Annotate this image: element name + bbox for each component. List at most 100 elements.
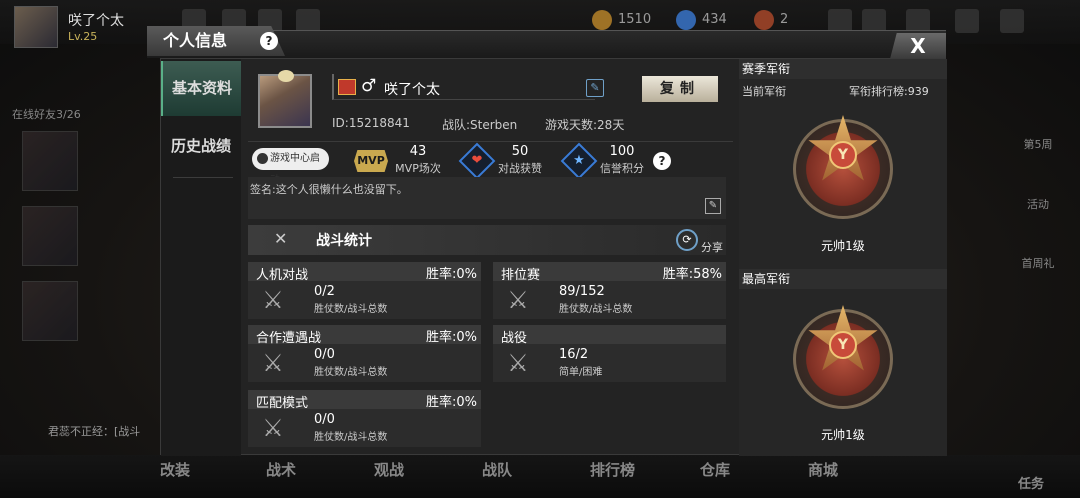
mvp-count: 43: [409, 144, 427, 159]
battle-stats-title: 战斗统计: [316, 233, 372, 249]
stat-card-match[interactable]: 匹配模式 胜率:0% ⚔ 0/0 胜仗数/战斗总数: [248, 390, 481, 447]
crossed-swords-icon: ⚔: [507, 286, 529, 314]
crossed-swords-icon: ⚔: [262, 414, 284, 442]
help-icon[interactable]: ?: [260, 32, 278, 50]
gear-icon[interactable]: [955, 9, 979, 33]
crossed-guns-icon: ✕: [274, 229, 288, 248]
rank-leaderboard-link[interactable]: 军衔排行榜:939: [849, 83, 929, 99]
dialog-body: 基本资料 历史战绩 ♂ 咲了个太 ✎ 复制 ID:15218841 战队:Ste…: [160, 58, 947, 456]
medal-core: Y: [829, 331, 857, 359]
season-rank-header: 赛季军衔: [739, 59, 947, 79]
left-sidebar: 在线好友3/26: [0, 76, 100, 436]
card-value: 0/0: [314, 412, 335, 427]
card-title: 战役: [501, 331, 528, 346]
card-winrate: 胜率:0%: [425, 395, 477, 410]
close-button[interactable]: X: [890, 33, 946, 59]
friend-card[interactable]: [22, 281, 78, 341]
player-team: 战队:Sterben: [442, 118, 518, 132]
nav-team[interactable]: 战队: [482, 459, 512, 480]
card-winrate: 胜率:0%: [425, 267, 477, 282]
nav-warehouse[interactable]: 仓库: [700, 459, 730, 480]
male-icon: ♂: [361, 76, 377, 96]
crossed-swords-icon: ⚔: [262, 349, 284, 377]
card-header: [493, 325, 726, 344]
friend-card[interactable]: [22, 131, 78, 191]
card-value: 0/2: [314, 284, 335, 299]
right-item-first-week[interactable]: 首周礼: [1020, 255, 1056, 271]
card-title: 排位赛: [501, 268, 541, 283]
card-title: 人机对战: [256, 268, 309, 283]
share-label[interactable]: 分享: [701, 239, 723, 255]
card-value: 16/2: [559, 347, 589, 362]
likes-count: 50: [511, 144, 529, 159]
edit-name-icon[interactable]: ✎: [586, 79, 604, 97]
book-icon[interactable]: [1000, 9, 1024, 33]
tab-column: 基本资料 历史战绩: [161, 59, 241, 456]
tab-divider: [173, 177, 233, 178]
highest-rank-header: 最高军衔: [739, 269, 947, 289]
profile-main: ♂ 咲了个太 ✎ 复制 ID:15218841 战队:Sterben 游戏天数:…: [248, 59, 733, 456]
mvp-caption: MVP场次: [395, 162, 441, 175]
nav-leaderboard[interactable]: 排行榜: [590, 459, 635, 480]
highest-rank-medal: Y: [783, 299, 903, 409]
nav-spectate[interactable]: 观战: [374, 459, 404, 480]
share-icon[interactable]: ⟳: [676, 229, 698, 251]
friend-card[interactable]: [22, 206, 78, 266]
tab-history[interactable]: 历史战绩: [161, 119, 241, 174]
stat-card-ranked[interactable]: 排位赛 胜率:58% ⚔ 89/152 胜仗数/战斗总数: [493, 262, 726, 319]
current-rank-medal: Y: [783, 109, 903, 219]
rank-panel: 赛季军衔 当前军衔 军衔排行榜:939 Y 元帅1级 最高军衔 Y 元帅1级: [739, 59, 947, 456]
online-friends: 在线好友3/26: [12, 108, 81, 121]
diamond-count: 434: [702, 12, 727, 27]
card-caption: 胜仗数/战斗总数: [314, 432, 388, 443]
player-level: Lv.25: [68, 30, 98, 43]
card-caption: 胜仗数/战斗总数: [314, 304, 388, 315]
right-item-week[interactable]: 第5周: [1020, 136, 1056, 152]
game-center-icon: [257, 153, 268, 164]
card-value: 89/152: [559, 284, 605, 299]
chat-message[interactable]: 君蕊不正经：[战斗: [48, 423, 148, 439]
stat-card-pve[interactable]: 人机对战 胜率:0% ⚔ 0/2 胜仗数/战斗总数: [248, 262, 481, 319]
card-winrate: 胜率:58%: [662, 267, 722, 282]
profile-dialog: 个人信息 ? X 基本资料 历史战绩 ♂ 咲了个太 ✎ 复制 ID:152188…: [147, 26, 947, 456]
diamond-icon: [676, 10, 696, 30]
player-id: ID:15218841: [332, 116, 410, 130]
nav-tasks[interactable]: 任务: [1018, 473, 1044, 492]
rank-icon: [338, 79, 356, 95]
card-title: 合作遭遇战: [256, 331, 322, 346]
mvp-icon: MVP: [354, 150, 388, 172]
card-caption: 胜仗数/战斗总数: [314, 367, 388, 378]
card-caption: 胜仗数/战斗总数: [559, 304, 633, 315]
coin-icon: [592, 10, 612, 30]
game-days: 游戏天数:28天: [545, 118, 625, 132]
ticket-icon: [754, 10, 774, 30]
right-item-activity[interactable]: 活动: [1020, 196, 1056, 212]
crossed-swords-icon: ⚔: [507, 349, 529, 377]
profile-avatar[interactable]: [258, 70, 312, 128]
crossed-swords-icon: ⚔: [262, 286, 284, 314]
ticket-count: 2: [780, 12, 789, 27]
game-center-button[interactable]: 游戏中心启动: [252, 148, 329, 186]
credit-help-icon[interactable]: ?: [653, 152, 671, 170]
current-rank-name: 元帅1级: [821, 239, 865, 253]
likes-caption: 对战获赞: [498, 162, 542, 175]
copy-button[interactable]: 复制: [642, 76, 718, 102]
card-winrate: 胜率:0%: [425, 330, 477, 345]
dialog-title-text: 个人信息: [163, 31, 228, 50]
card-title: 匹配模式: [256, 396, 309, 411]
nav-modify[interactable]: 改装: [160, 459, 190, 480]
profile-name: 咲了个太: [384, 82, 440, 98]
credit-caption: 信誉积分: [600, 162, 644, 175]
signature-text: 签名:这个人很懒什么也没留下。: [250, 183, 408, 196]
stat-card-campaign[interactable]: 战役 ⚔ 16/2 简单/困难: [493, 325, 726, 382]
coin-count: 1510: [618, 12, 652, 27]
edit-signature-icon[interactable]: ✎: [705, 198, 721, 214]
nav-shop[interactable]: 商城: [808, 459, 838, 480]
credit-count: 100: [609, 144, 635, 159]
nav-tactics[interactable]: 战术: [266, 459, 296, 480]
signature-box: 签名:这个人很懒什么也没留下。 ✎: [248, 177, 726, 219]
player-avatar[interactable]: [14, 6, 58, 48]
tab-basic-info[interactable]: 基本资料: [161, 61, 241, 116]
battle-stats-header: ✕ 战斗统计 ⟳ 分享: [248, 225, 726, 255]
stat-card-coop[interactable]: 合作遭遇战 胜率:0% ⚔ 0/0 胜仗数/战斗总数: [248, 325, 481, 382]
